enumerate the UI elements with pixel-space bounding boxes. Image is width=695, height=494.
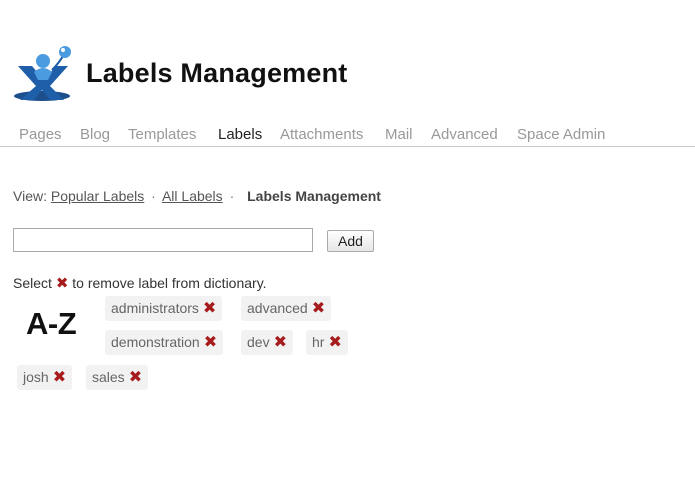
xwiki-logo-icon[interactable]	[12, 44, 74, 104]
popular-labels-link[interactable]: Popular Labels	[51, 188, 144, 204]
admin-tabs: Pages Blog Templates Labels Attachments …	[0, 124, 695, 147]
label-link-advanced[interactable]: advanced	[247, 300, 308, 316]
new-label-input[interactable]	[13, 228, 313, 252]
instructions: Select ✖ to remove label from dictionary…	[13, 274, 267, 292]
tab-mail[interactable]: Mail	[385, 126, 413, 143]
view-separator: ·	[229, 188, 235, 204]
label-link-demonstration[interactable]: demonstration	[111, 334, 200, 350]
remove-label-icon[interactable]: ✖	[204, 334, 217, 351]
instructions-before: Select	[13, 275, 52, 291]
label-chip: hr ✖	[306, 330, 348, 355]
label-chip: josh ✖	[17, 365, 73, 390]
remove-label-icon[interactable]: ✖	[203, 300, 216, 317]
add-label-button[interactable]: Add	[327, 230, 374, 252]
tab-templates[interactable]: Templates	[128, 126, 196, 143]
header	[12, 44, 74, 104]
remove-label-icon[interactable]: ✖	[129, 369, 142, 386]
label-chip: dev ✖	[241, 330, 293, 355]
tab-space-admin[interactable]: Space Admin	[517, 126, 605, 143]
tab-labels[interactable]: Labels	[218, 126, 262, 143]
view-current: Labels Management	[247, 188, 381, 204]
view-selector: View: Popular Labels · All Labels · Labe…	[13, 188, 381, 204]
label-link-dev[interactable]: dev	[247, 334, 270, 350]
label-link-josh[interactable]: josh	[23, 369, 49, 385]
page-title: Labels Management	[86, 58, 348, 88]
instructions-after: to remove label from dictionary.	[72, 275, 267, 291]
view-prefix: View:	[13, 188, 47, 204]
remove-icon: ✖	[55, 275, 69, 292]
label-chip: administrators ✖	[105, 296, 223, 321]
tab-blog[interactable]: Blog	[80, 126, 110, 143]
remove-label-icon[interactable]: ✖	[274, 334, 287, 351]
az-index-heading: A-Z	[26, 306, 77, 341]
label-link-administrators[interactable]: administrators	[111, 300, 199, 316]
tab-attachments[interactable]: Attachments	[280, 126, 363, 143]
view-separator: ·	[151, 188, 156, 204]
label-chip: advanced ✖	[241, 296, 332, 321]
remove-label-icon[interactable]: ✖	[53, 369, 66, 386]
remove-label-icon[interactable]: ✖	[312, 300, 325, 317]
tab-advanced[interactable]: Advanced	[431, 126, 498, 143]
tab-pages[interactable]: Pages	[19, 126, 62, 143]
label-chip: sales ✖	[86, 365, 149, 390]
label-link-sales[interactable]: sales	[92, 369, 125, 385]
label-link-hr[interactable]: hr	[312, 334, 324, 350]
remove-label-icon[interactable]: ✖	[328, 334, 341, 351]
all-labels-link[interactable]: All Labels	[162, 188, 223, 204]
label-chip: demonstration ✖	[105, 330, 224, 355]
